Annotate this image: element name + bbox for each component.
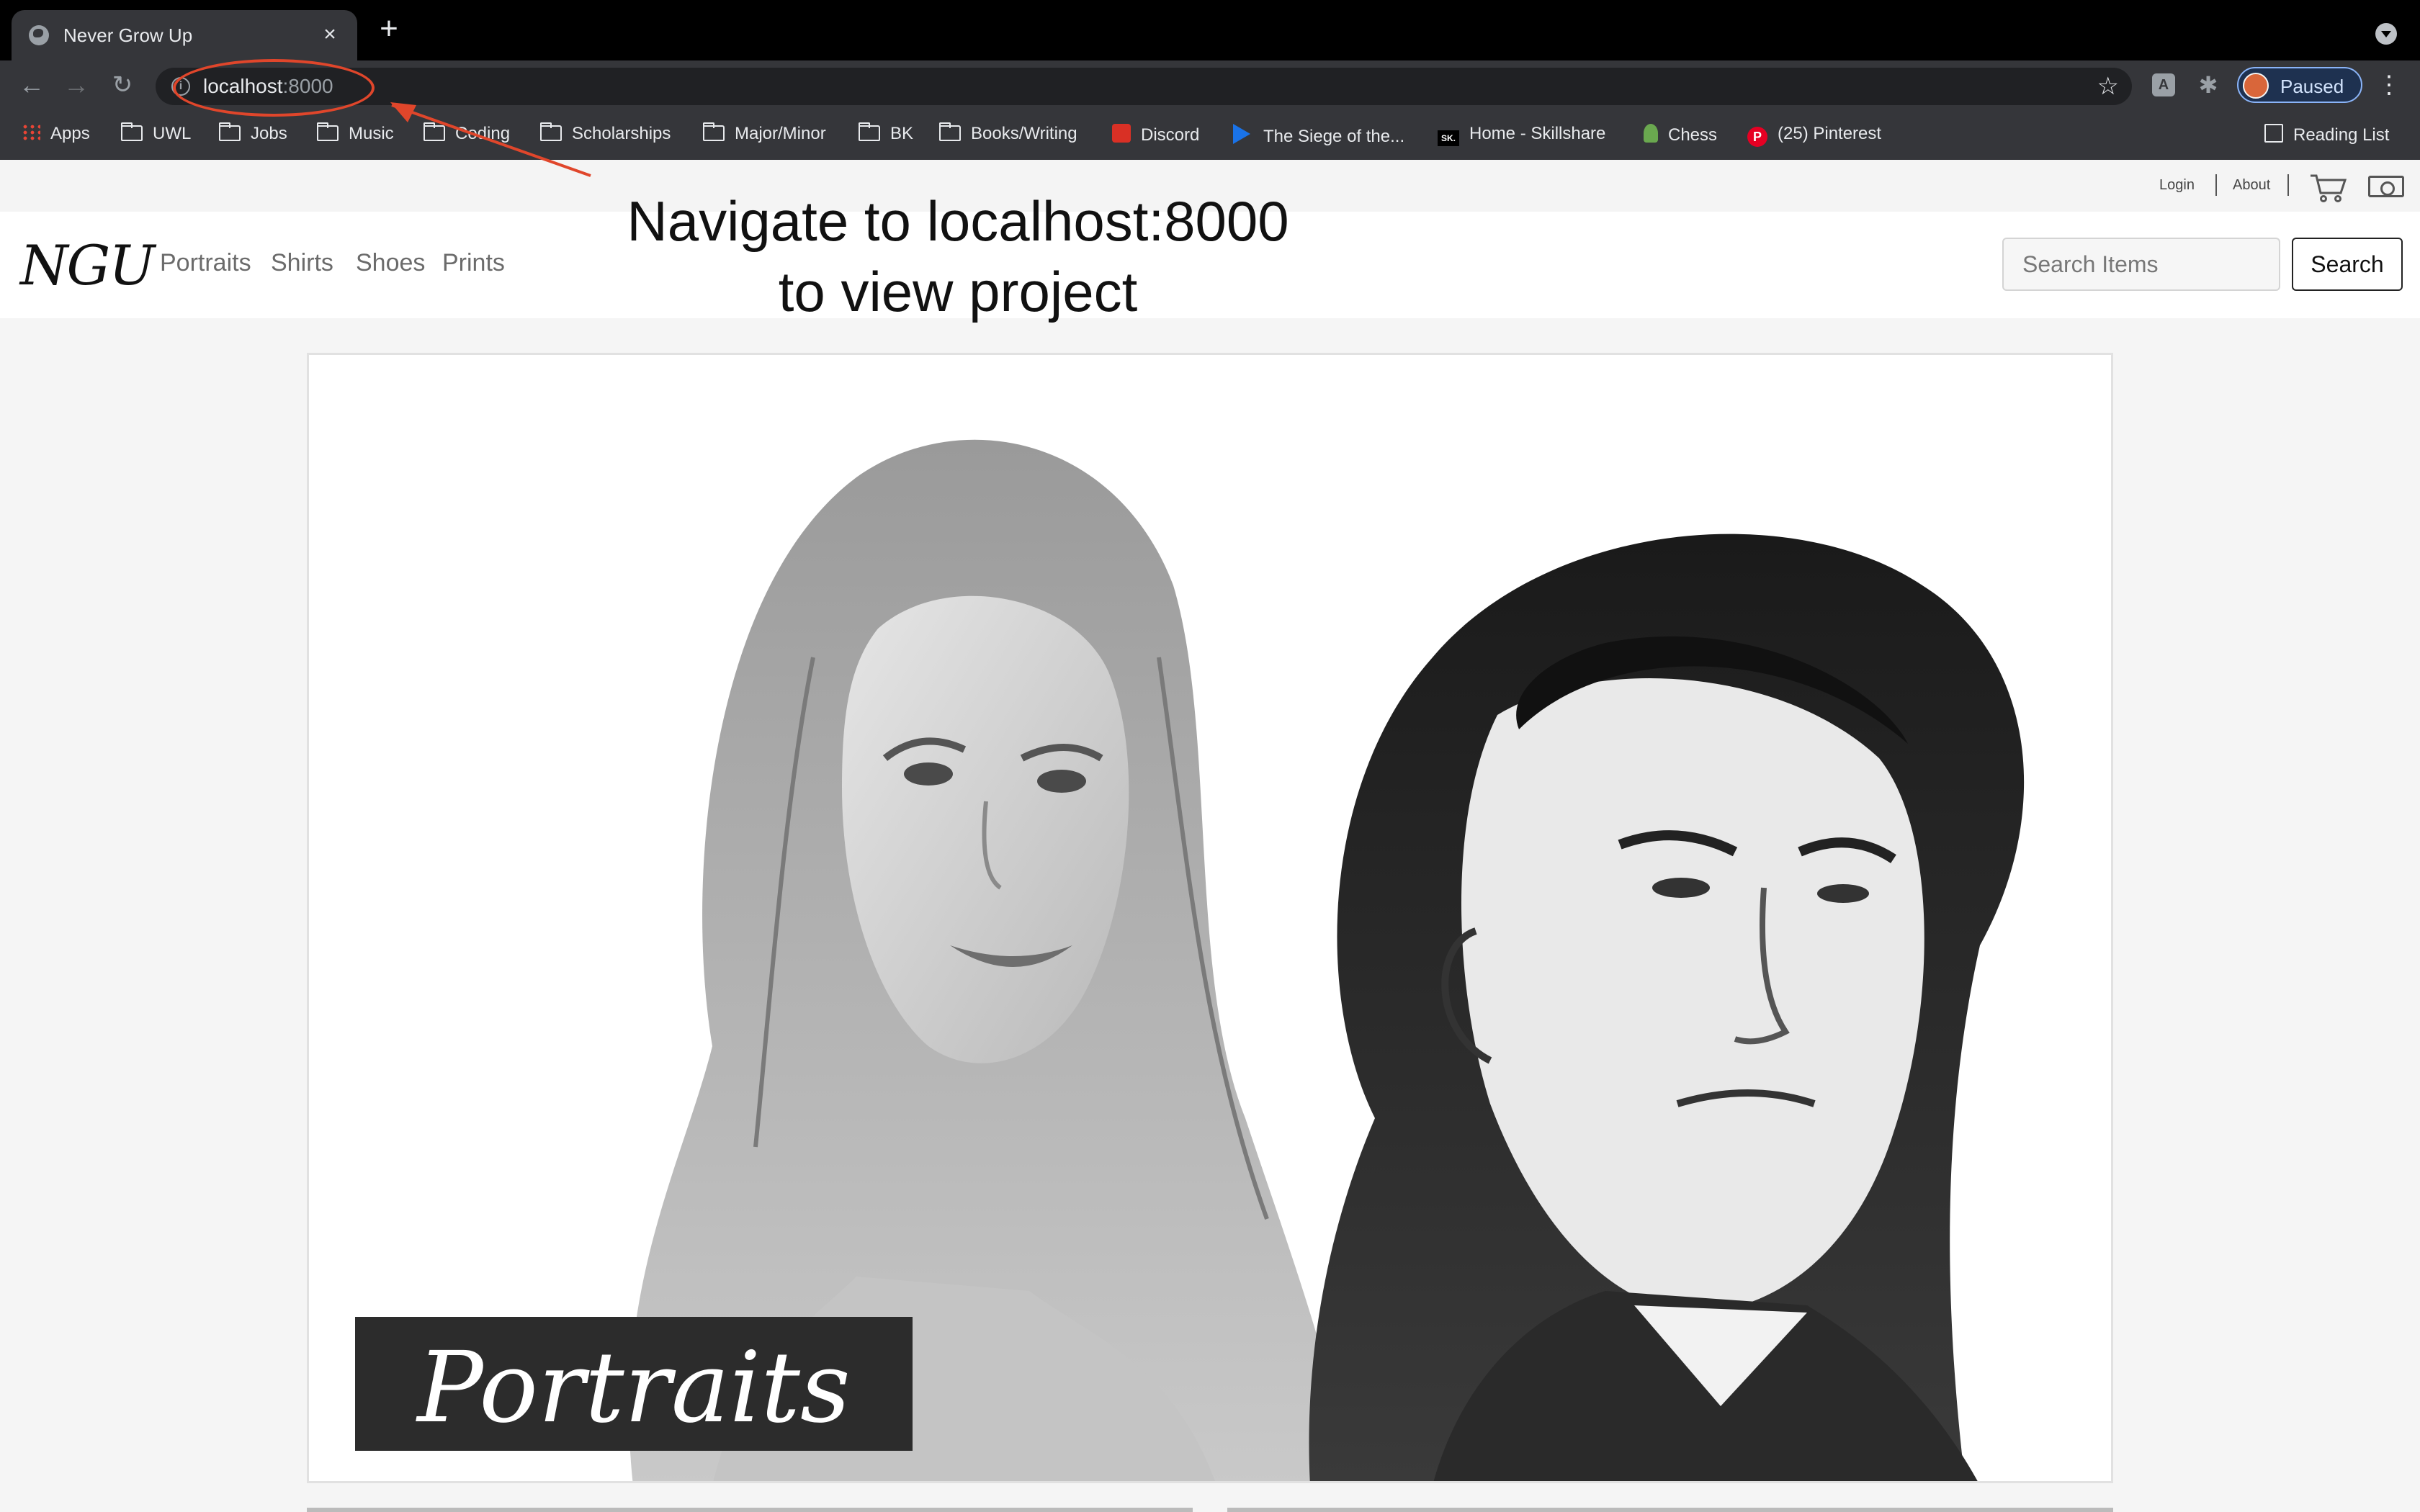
login-link[interactable]: Login — [2159, 177, 2195, 194]
tab-search-icon[interactable] — [2375, 23, 2397, 45]
avatar — [2243, 73, 2269, 99]
new-tab-button[interactable]: + — [375, 13, 403, 45]
bookmark-chess[interactable]: Chess — [1644, 124, 1717, 148]
profile-status: Paused — [2280, 76, 2344, 97]
next-cards-row — [307, 1508, 2113, 1512]
tab-title: Never Grow Up — [63, 24, 193, 46]
bookmark-skillshare[interactable]: SK. Home - Skillshare — [1438, 124, 1605, 148]
extension-icon[interactable]: A — [2152, 73, 2175, 96]
bookmark-major-minor[interactable]: Major/Minor — [703, 122, 826, 148]
bookmark-star-icon[interactable]: ☆ — [2097, 72, 2119, 101]
hero-caption-box: Portraits — [355, 1317, 913, 1451]
bookmark-discord[interactable]: Discord — [1112, 124, 1199, 148]
profile-button[interactable]: Paused — [2237, 67, 2362, 103]
bookmark-jobs[interactable]: Jobs — [219, 122, 287, 148]
folder-icon — [703, 122, 725, 141]
card-top-edge[interactable] — [1227, 1508, 2113, 1512]
forward-arrow-icon[interactable]: → — [60, 69, 92, 101]
brand-logo[interactable]: NGU — [20, 233, 155, 297]
reload-icon[interactable]: ↻ — [107, 69, 138, 101]
portraits-artwork — [629, 439, 2025, 1481]
cart-icon[interactable] — [2309, 173, 2348, 203]
nav-portraits[interactable]: Portraits — [160, 249, 251, 277]
bookmark-books-writing[interactable]: Books/Writing — [939, 122, 1077, 148]
folder-icon — [121, 122, 143, 141]
bookmark-siege[interactable]: The Siege of the... — [1233, 124, 1404, 148]
globe-icon — [29, 25, 49, 45]
divider — [2215, 174, 2217, 196]
play-icon — [1233, 124, 1250, 144]
bookmark-uwl[interactable]: UWL — [121, 122, 191, 148]
chess-pawn-icon — [1644, 124, 1658, 143]
browser-tab-strip: Never Grow Up × + — [0, 0, 2420, 60]
back-arrow-icon[interactable]: ← — [16, 69, 48, 101]
folder-icon — [219, 122, 241, 141]
bookmark-bk[interactable]: BK — [859, 122, 913, 148]
reading-list-icon — [2264, 124, 2283, 143]
divider — [2287, 174, 2289, 196]
nav-shoes[interactable]: Shoes — [356, 249, 425, 277]
annotation-ellipse — [173, 59, 375, 117]
annotation-line-2: to view project — [778, 260, 1138, 323]
reading-list-button[interactable]: Reading List — [2264, 124, 2389, 148]
bookmarks-bar: Apps UWL Jobs Music Coding Scholarships … — [0, 109, 2420, 160]
pinterest-icon: P — [1747, 127, 1767, 147]
folder-icon — [859, 122, 880, 141]
hero-card-portraits[interactable]: Portraits — [307, 353, 2113, 1483]
about-link[interactable]: About — [2233, 177, 2270, 194]
browser-menu-icon[interactable]: ⋮ — [2377, 71, 2401, 99]
browser-tab-active[interactable]: Never Grow Up × — [12, 10, 357, 60]
folder-icon — [317, 122, 339, 141]
folder-icon — [939, 122, 961, 141]
annotation-text: Navigate to localhost:8000 to view proje… — [598, 186, 1318, 327]
search-input[interactable] — [2002, 238, 2280, 291]
hero-caption: Portraits — [417, 1331, 851, 1445]
card-top-edge[interactable] — [307, 1508, 1193, 1512]
annotation-arrow — [390, 102, 591, 177]
money-icon[interactable] — [2368, 176, 2404, 197]
nav-prints[interactable]: Prints — [442, 249, 505, 277]
apps-grid-icon — [22, 124, 40, 141]
nav-shirts[interactable]: Shirts — [271, 249, 333, 277]
discord-icon — [1112, 124, 1131, 143]
tab-close-button[interactable]: × — [315, 20, 344, 49]
skillshare-icon: SK. — [1438, 130, 1459, 146]
annotation-line-1: Navigate to localhost:8000 — [627, 189, 1289, 253]
puzzle-extensions-icon[interactable]: ✱ — [2194, 71, 2223, 99]
search-button[interactable]: Search — [2292, 238, 2403, 291]
bookmark-apps[interactable]: Apps — [22, 124, 90, 148]
bookmark-pinterest[interactable]: P (25) Pinterest — [1747, 124, 1881, 148]
